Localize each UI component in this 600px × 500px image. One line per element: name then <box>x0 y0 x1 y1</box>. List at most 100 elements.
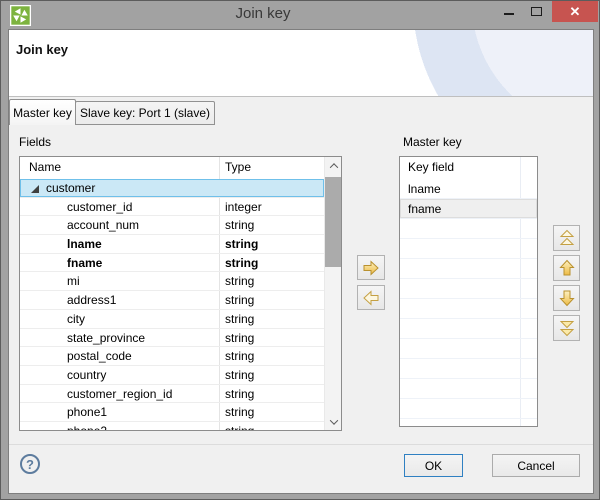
field-row-phone1[interactable]: phone1 string <box>20 403 324 422</box>
scroll-up-button[interactable] <box>325 157 342 174</box>
empty-row <box>400 359 537 379</box>
minimize-button[interactable] <box>495 1 523 22</box>
fields-scrollbar[interactable] <box>324 157 341 430</box>
field-row-account_num[interactable]: account_num string <box>20 216 324 235</box>
dialog-content: Join key Master key Slave key: Port 1 (s… <box>9 30 593 493</box>
scroll-down-button[interactable] <box>325 413 342 430</box>
key-field-row-lname[interactable]: lname <box>400 179 537 199</box>
window-title: Join key <box>1 5 525 22</box>
move-last-button[interactable] <box>553 315 580 341</box>
field-name: country <box>67 368 106 382</box>
field-row-country[interactable]: country string <box>20 366 324 385</box>
move-first-button[interactable] <box>553 225 580 251</box>
question-mark-icon: ? <box>26 457 34 472</box>
add-to-key-button[interactable] <box>357 255 385 280</box>
dialog-header: Join key <box>9 30 593 97</box>
tab-master-key[interactable]: Master key <box>9 99 76 125</box>
field-name: fname <box>67 256 102 270</box>
double-chevron-up-icon <box>558 229 576 247</box>
empty-row <box>400 219 537 239</box>
field-type: integer <box>225 200 262 214</box>
titlebar[interactable]: Join key ✕ <box>1 1 599 30</box>
field-row-fname[interactable]: fnamestring <box>20 254 324 273</box>
field-name: state_province <box>67 331 145 345</box>
empty-row <box>400 339 537 359</box>
master-key-table: Key field lname fname <box>399 156 538 427</box>
field-row-mi[interactable]: mi string <box>20 272 324 291</box>
header-gradient-decoration <box>393 30 593 97</box>
close-icon: ✕ <box>570 4 581 19</box>
join-key-dialog: Join key ✕ Join key Master key Slave key… <box>0 0 600 500</box>
empty-row <box>400 419 537 426</box>
fields-table: Name Type customer customer_id integer acco… <box>19 156 342 431</box>
key-field-row-fname[interactable]: fname <box>400 199 537 219</box>
field-row-address1[interactable]: address1 string <box>20 291 324 310</box>
empty-row <box>400 299 537 319</box>
field-type: string <box>225 405 254 419</box>
field-type: string <box>225 218 254 232</box>
tab-slave-key[interactable]: Slave key: Port 1 (slave) <box>75 101 215 125</box>
field-type: string <box>225 237 258 251</box>
field-type: string <box>225 293 254 307</box>
field-name: address1 <box>67 293 116 307</box>
field-type: string <box>225 387 254 401</box>
empty-row <box>400 319 537 339</box>
master-key-panel-label: Master key <box>403 135 462 149</box>
master-key-table-header: Key field <box>400 157 537 179</box>
fields-panel-label: Fields <box>19 135 51 149</box>
field-name: phone1 <box>67 405 107 419</box>
move-down-button[interactable] <box>553 285 580 311</box>
close-button[interactable]: ✕ <box>552 1 598 22</box>
chevron-down-icon <box>329 416 337 424</box>
tree-expander-icon[interactable] <box>31 185 39 193</box>
field-type: string <box>225 274 254 288</box>
field-type: string <box>225 331 254 345</box>
scrollbar-thumb[interactable] <box>325 177 342 267</box>
button-bar: ? OK Cancel <box>9 444 593 493</box>
arrow-down-icon <box>558 288 576 308</box>
key-field-name: fname <box>408 202 441 216</box>
field-row-state_province[interactable]: state_province string <box>20 329 324 348</box>
double-chevron-down-icon <box>558 319 576 337</box>
field-name: lname <box>67 237 102 251</box>
column-header-name[interactable]: Name <box>29 160 61 174</box>
key-field-name: lname <box>408 182 441 196</box>
fields-table-header: Name Type <box>20 157 341 179</box>
empty-row <box>400 239 537 259</box>
arrow-right-icon <box>361 259 381 277</box>
empty-row <box>400 399 537 419</box>
field-row-lname[interactable]: lname string <box>20 235 324 254</box>
tree-node-customer[interactable]: customer <box>20 179 324 198</box>
field-row-city[interactable]: city string <box>20 310 324 329</box>
field-type: string <box>225 349 254 363</box>
field-name: mi <box>67 274 80 288</box>
empty-row <box>400 279 537 299</box>
empty-row <box>400 259 537 279</box>
tree-node-label: customer <box>46 181 95 195</box>
maximize-button[interactable] <box>523 1 551 22</box>
empty-row <box>400 379 537 399</box>
column-header-type[interactable]: Type <box>225 160 251 174</box>
remove-from-key-button[interactable] <box>357 285 385 310</box>
field-row-customer_id[interactable]: customer_id integer <box>20 198 324 217</box>
master-key-rows: lname fname <box>400 179 537 426</box>
field-name: city <box>67 312 85 326</box>
chevron-up-icon <box>329 163 337 171</box>
cancel-button[interactable]: Cancel <box>492 454 580 477</box>
arrow-up-icon <box>558 258 576 278</box>
arrow-left-icon <box>361 289 381 307</box>
ok-button[interactable]: OK <box>404 454 463 477</box>
field-name: account_num <box>67 218 139 232</box>
field-name: customer_id <box>67 200 132 214</box>
column-header-key-field[interactable]: Key field <box>408 160 454 174</box>
help-button[interactable]: ? <box>20 454 40 474</box>
field-type: string <box>225 368 254 382</box>
field-row-postal_code[interactable]: postal_code string <box>20 347 324 366</box>
fields-rows: customercustomer_idintegeraccount_numstr… <box>20 179 324 430</box>
field-row-customer_region_id[interactable]: customer_region_id string <box>20 385 324 404</box>
field-name: customer_region_id <box>67 387 172 401</box>
move-up-button[interactable] <box>553 255 580 281</box>
field-row-phone2[interactable]: phone2string <box>20 422 324 430</box>
field-name: postal_code <box>67 349 132 363</box>
field-type: string <box>225 312 254 326</box>
